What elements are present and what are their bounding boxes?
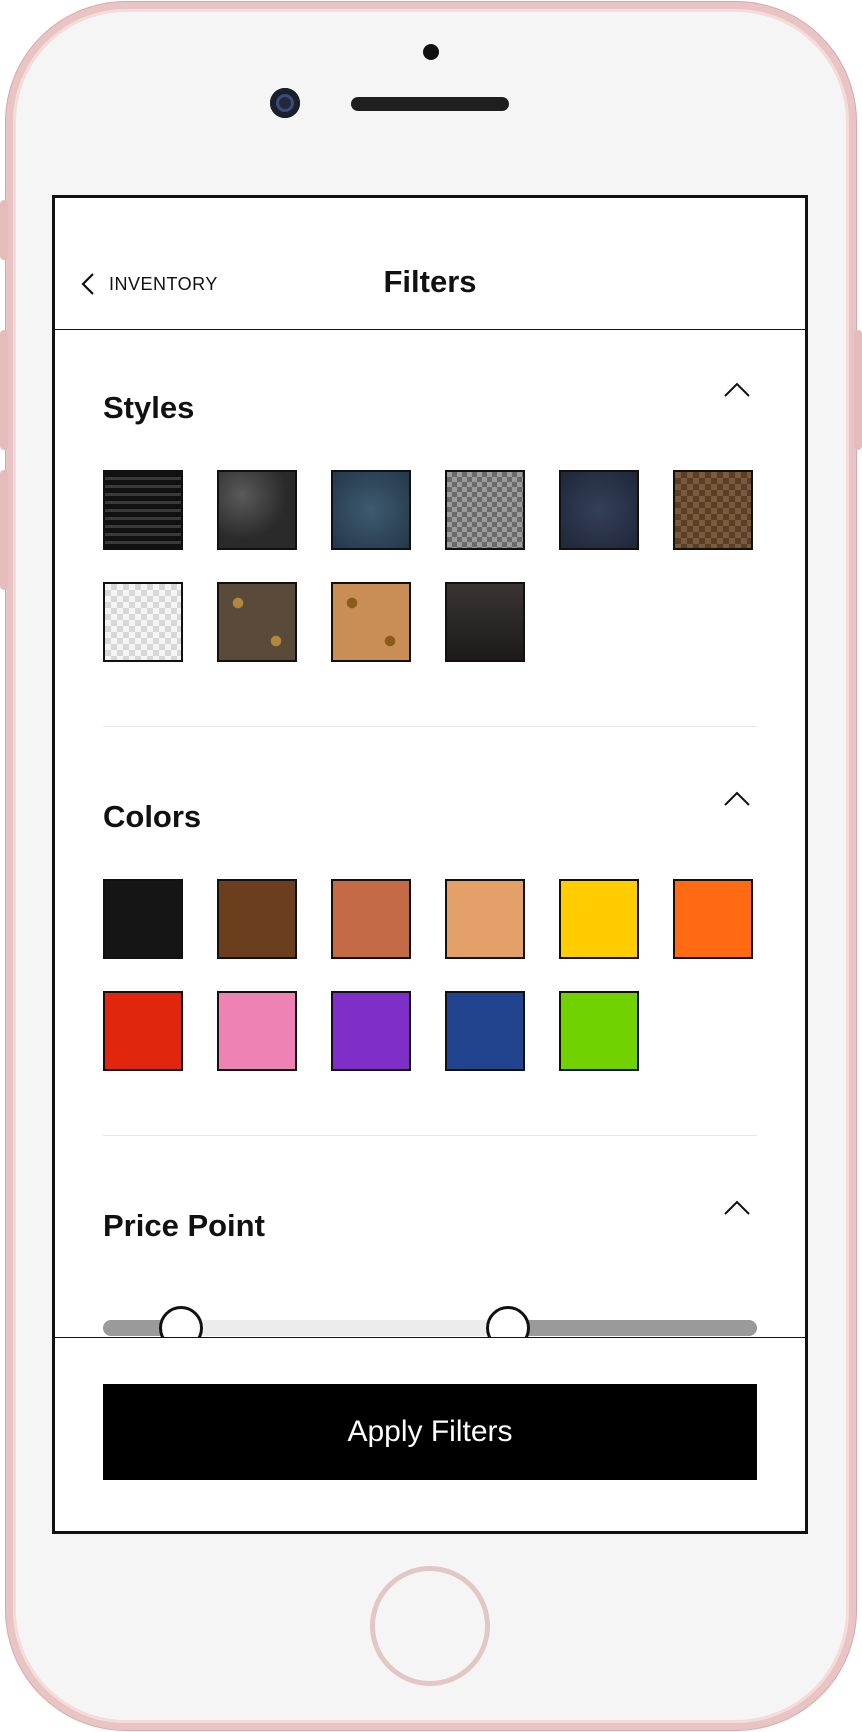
- color-swatch[interactable]: [331, 991, 411, 1071]
- chevron-up-icon[interactable]: [723, 1198, 751, 1216]
- color-swatch[interactable]: [445, 879, 525, 959]
- footer-bar: Apply Filters: [55, 1337, 805, 1531]
- side-button: [0, 330, 8, 450]
- style-swatch-tan-monogram[interactable]: [331, 582, 411, 662]
- front-camera: [270, 88, 300, 118]
- price-section: Price Point: [103, 1198, 757, 1350]
- color-swatch[interactable]: [331, 879, 411, 959]
- style-swatch-black-epi[interactable]: [103, 470, 183, 550]
- apply-filters-button[interactable]: Apply Filters: [103, 1384, 757, 1480]
- style-swatch-blue-monogram-empreinte[interactable]: [331, 470, 411, 550]
- color-swatch[interactable]: [103, 879, 183, 959]
- proximity-sensor: [423, 44, 439, 60]
- chevron-up-icon[interactable]: [723, 789, 751, 807]
- color-swatch[interactable]: [559, 991, 639, 1071]
- colors-title: Colors: [103, 799, 202, 834]
- earpiece-speaker: [351, 97, 509, 111]
- style-swatch-dark-croc[interactable]: [445, 582, 525, 662]
- style-swatch-black-taurillon[interactable]: [217, 470, 297, 550]
- chevron-up-icon[interactable]: [723, 380, 751, 398]
- colors-section: Colors: [103, 789, 757, 1136]
- style-swatch-brown-damier-ebene[interactable]: [673, 470, 753, 550]
- color-swatch[interactable]: [217, 991, 297, 1071]
- price-title: Price Point: [103, 1208, 265, 1243]
- styles-section: Styles: [103, 380, 757, 727]
- color-swatch[interactable]: [445, 991, 525, 1071]
- side-button: [0, 470, 8, 590]
- side-button: [0, 200, 8, 260]
- color-swatch[interactable]: [217, 879, 297, 959]
- colors-grid: [103, 879, 757, 1071]
- home-button[interactable]: [370, 1566, 490, 1686]
- price-header[interactable]: Price Point: [103, 1198, 757, 1258]
- color-swatch[interactable]: [559, 879, 639, 959]
- color-swatch[interactable]: [103, 991, 183, 1071]
- divider: [103, 726, 757, 727]
- nav-bar: INVENTORY Filters: [55, 198, 805, 330]
- divider: [103, 1135, 757, 1136]
- style-swatch-navy-monogram[interactable]: [559, 470, 639, 550]
- slider-track-right: [508, 1320, 757, 1336]
- page-title: Filters: [383, 264, 477, 299]
- style-swatch-grey-damier-graphite[interactable]: [445, 470, 525, 550]
- styles-grid: [103, 470, 757, 662]
- colors-header[interactable]: Colors: [103, 789, 757, 849]
- app-screen: INVENTORY Filters Styles Colors Price Po…: [52, 195, 808, 1534]
- styles-title: Styles: [103, 390, 195, 425]
- color-swatch[interactable]: [673, 879, 753, 959]
- style-swatch-brown-monogram[interactable]: [217, 582, 297, 662]
- styles-header[interactable]: Styles: [103, 380, 757, 440]
- style-swatch-white-damier-azur[interactable]: [103, 582, 183, 662]
- power-button: [854, 330, 862, 450]
